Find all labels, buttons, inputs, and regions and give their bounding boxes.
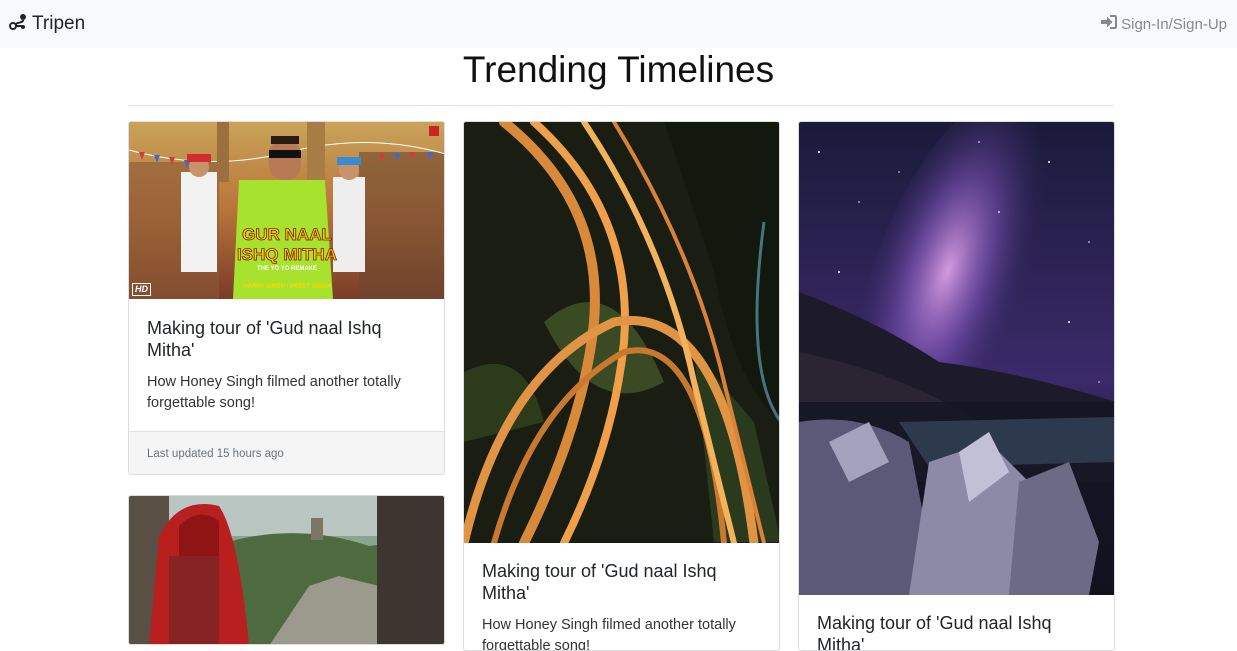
timeline-card[interactable]: GUR NAAL ISHQ MITHA THE YO YO REMAKE HAR… <box>128 121 445 475</box>
card-title[interactable]: Making tour of 'Gud naal Ishq Mitha' <box>817 612 1096 650</box>
card-title[interactable]: Making tour of 'Gud naal Ishq Mitha' <box>147 317 426 361</box>
last-updated: Last updated 15 hours ago <box>147 447 284 460</box>
sign-in-icon <box>1101 15 1118 33</box>
card-body: Making tour of 'Gud naal Ishq Mitha' How… <box>464 560 779 651</box>
signin-label: Sign-In/Sign-Up <box>1121 15 1227 33</box>
card-image <box>799 122 1114 595</box>
timeline-card[interactable]: Making tour of 'Gud naal Ishq Mitha' <box>798 121 1115 651</box>
poster-title-line1: GUR NAAL <box>242 225 332 244</box>
title-divider <box>128 105 1114 106</box>
timeline-card[interactable]: Making tour of 'Gud naal Ishq Mitha' How… <box>463 121 780 651</box>
brand-name: Tripen <box>32 13 86 34</box>
hd-badge: HD <box>132 283 151 296</box>
route-icon <box>9 13 27 36</box>
card-image: GUR NAAL ISHQ MITHA THE YO YO REMAKE HAR… <box>129 122 444 299</box>
navbar: Tripen Sign-In/Sign-Up <box>0 0 1237 48</box>
page-title: Trending Timelines <box>462 49 775 90</box>
card-title[interactable]: Making tour of 'Gud naal Ishq Mitha' <box>482 560 761 604</box>
card-image <box>129 496 444 644</box>
card-text: How Honey Singh filmed another totally f… <box>147 374 401 411</box>
signin-link[interactable]: Sign-In/Sign-Up <box>1101 15 1227 33</box>
card-footer: Last updated 15 hours ago <box>129 431 444 474</box>
poster-title-line2: ISHQ MITHA <box>237 245 337 264</box>
poster-tag: THE YO YO REMAKE <box>257 266 317 272</box>
poster-credit: HARRY SINGH / PREET SINGH <box>243 284 330 290</box>
brand-link[interactable]: Tripen <box>9 13 85 36</box>
card-body: Making tour of 'Gud naal Ishq Mitha' <box>799 612 1114 650</box>
card-image <box>464 122 779 543</box>
timeline-card[interactable] <box>128 495 445 645</box>
card-text: How Honey Singh filmed another totally f… <box>482 617 736 651</box>
card-body: Making tour of 'Gud naal Ishq Mitha' How… <box>129 317 444 414</box>
